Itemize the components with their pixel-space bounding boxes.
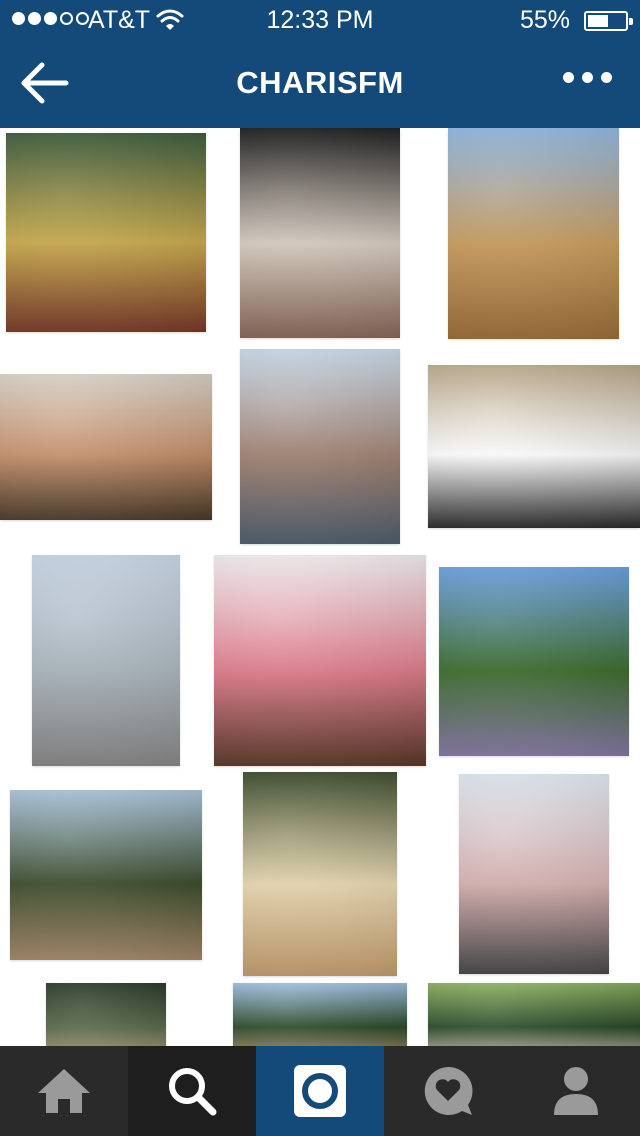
profile-username-title: CHARISFM [236, 65, 404, 100]
tab-explore[interactable] [128, 1046, 256, 1136]
photo-palace-courtyard[interactable] [428, 365, 640, 528]
tab-profile[interactable] [512, 1046, 640, 1136]
photo-cheese-market[interactable] [243, 772, 397, 976]
tab-activity[interactable] [384, 1046, 512, 1136]
photo-group-selfie[interactable] [0, 374, 212, 520]
photo-lavender-field[interactable] [439, 567, 629, 756]
heart-bubble-icon [424, 1066, 473, 1115]
battery-percent: 55% [519, 6, 570, 34]
status-bar: AT&T 12:33 PM 55% [0, 0, 640, 40]
photo-carousel[interactable] [459, 774, 609, 974]
camera-icon [294, 1065, 346, 1117]
tab-camera[interactable] [256, 1046, 384, 1136]
search-icon [169, 1068, 217, 1116]
more-dots-icon[interactable] [563, 72, 612, 83]
battery-icon [584, 11, 633, 31]
photo-cathedral[interactable] [240, 128, 400, 338]
photo-macarons[interactable] [214, 555, 426, 766]
photo-friends-outdoors[interactable] [233, 983, 407, 1046]
photo-mosaic-ceiling[interactable] [6, 133, 206, 332]
photo-cliff-view[interactable] [10, 790, 202, 960]
tab-home[interactable] [0, 1046, 128, 1136]
photo-louvre-pyramid[interactable] [32, 555, 180, 766]
photo-two-friends-city[interactable] [240, 349, 400, 544]
photo-grid [0, 128, 640, 1046]
photo-hay-bale[interactable] [448, 128, 619, 339]
tab-bar [0, 1046, 640, 1136]
navigation-bar: CHARISFM [0, 40, 640, 128]
home-icon [38, 1069, 90, 1113]
photo-statue-trees[interactable] [46, 983, 166, 1046]
profile-icon [554, 1067, 598, 1115]
photo-two-girls-park[interactable] [428, 983, 640, 1046]
